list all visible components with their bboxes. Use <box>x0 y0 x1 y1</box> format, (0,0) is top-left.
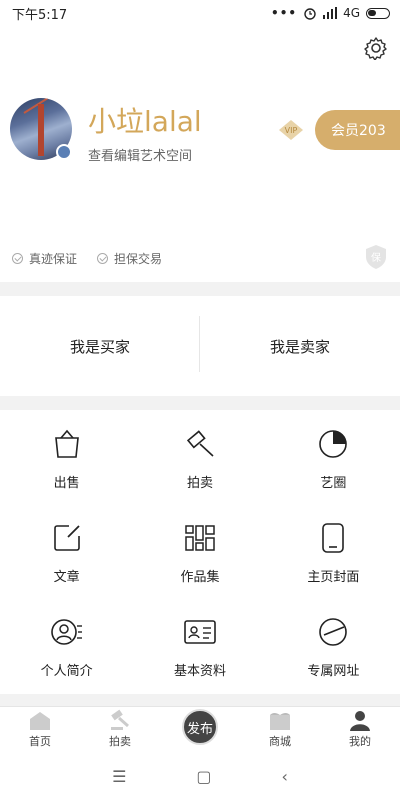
menu-item-portfolio[interactable]: 作品集 <box>133 512 266 606</box>
menu-item-cover[interactable]: 主页封面 <box>267 512 400 606</box>
seller-button[interactable]: 我是卖家 <box>200 296 400 396</box>
menu-item-custom-url[interactable]: 专属网址 <box>267 606 400 700</box>
phone-icon <box>322 523 345 553</box>
check-icon <box>97 253 109 264</box>
shop-icon <box>270 713 290 730</box>
member-button[interactable]: 会员203 <box>315 110 400 150</box>
tab-home[interactable]: 首页 <box>0 707 80 752</box>
status-time: 下午5:17 <box>12 7 68 23</box>
buyer-button[interactable]: 我是买家 <box>0 296 200 396</box>
feature-grid: 出售 拍卖 艺圈 文章 作品集 主页封面 个人简介 基本资料 专属网址 <box>0 410 400 694</box>
gallery-icon <box>185 525 215 551</box>
link-icon <box>319 618 348 646</box>
menu-item-bio[interactable]: 个人简介 <box>0 606 133 700</box>
tab-shop[interactable]: 商城 <box>240 707 320 752</box>
svg-text:保: 保 <box>371 251 381 264</box>
edit-icon <box>53 525 80 551</box>
menu-icon[interactable]: ☰ <box>112 767 126 786</box>
gear-icon[interactable] <box>364 36 388 60</box>
home-button-icon[interactable]: ▢ <box>196 767 211 786</box>
circle-icon <box>319 430 348 458</box>
status-bar: 下午5:17 ••• 4G <box>0 0 400 26</box>
home-icon <box>30 712 50 730</box>
more-dots-icon: ••• <box>271 6 298 20</box>
svg-text:VIP: VIP <box>285 126 298 135</box>
menu-item-auction[interactable]: 拍卖 <box>133 418 266 512</box>
bottom-tab-bar: 首页 拍卖 发布 商城 我的 <box>0 706 400 752</box>
back-icon[interactable]: ‹ <box>282 767 288 786</box>
status-icons: ••• 4G <box>271 6 390 20</box>
battery-icon <box>366 7 390 19</box>
tab-publish[interactable]: 发布 <box>160 707 240 752</box>
guarantee-authentic: 真迹保证 <box>12 250 77 267</box>
verified-badge-icon <box>56 144 72 160</box>
menu-item-basic-info[interactable]: 基本资料 <box>133 606 266 700</box>
divider <box>199 316 200 372</box>
menu-item-art-circle[interactable]: 艺圈 <box>267 418 400 512</box>
basket-icon <box>54 429 79 458</box>
check-icon <box>12 253 23 264</box>
guarantee-shield-icon: 保 <box>366 245 386 269</box>
tab-mine[interactable]: 我的 <box>320 707 400 752</box>
edit-art-space-link[interactable]: 查看编辑艺术空间 <box>88 145 192 164</box>
profile-icon <box>50 619 82 645</box>
alarm-icon <box>304 8 316 20</box>
menu-item-article[interactable]: 文章 <box>0 512 133 606</box>
system-nav-bar: ☰ ▢ ‹ <box>0 752 400 800</box>
vip-icon: VIP <box>279 120 303 140</box>
username[interactable]: 小垃lalal <box>88 100 202 140</box>
signal-icon <box>323 7 338 19</box>
guarantee-list: 真迹保证 担保交易 <box>12 250 162 267</box>
network-label: 4G <box>343 6 360 20</box>
guarantee-escrow: 担保交易 <box>97 250 162 267</box>
role-switch: 我是买家 我是卖家 <box>0 296 400 396</box>
menu-item-sell[interactable]: 出售 <box>0 418 133 512</box>
gavel-icon <box>111 709 129 730</box>
publish-button[interactable]: 发布 <box>182 709 218 745</box>
gavel-icon <box>186 430 214 457</box>
id-card-icon <box>184 620 216 644</box>
tab-auction[interactable]: 拍卖 <box>80 707 160 752</box>
user-icon <box>350 711 370 731</box>
profile-header: 小垃lalal 查看编辑艺术空间 VIP 会员203 真迹保证 担保交易 保 <box>0 26 400 282</box>
